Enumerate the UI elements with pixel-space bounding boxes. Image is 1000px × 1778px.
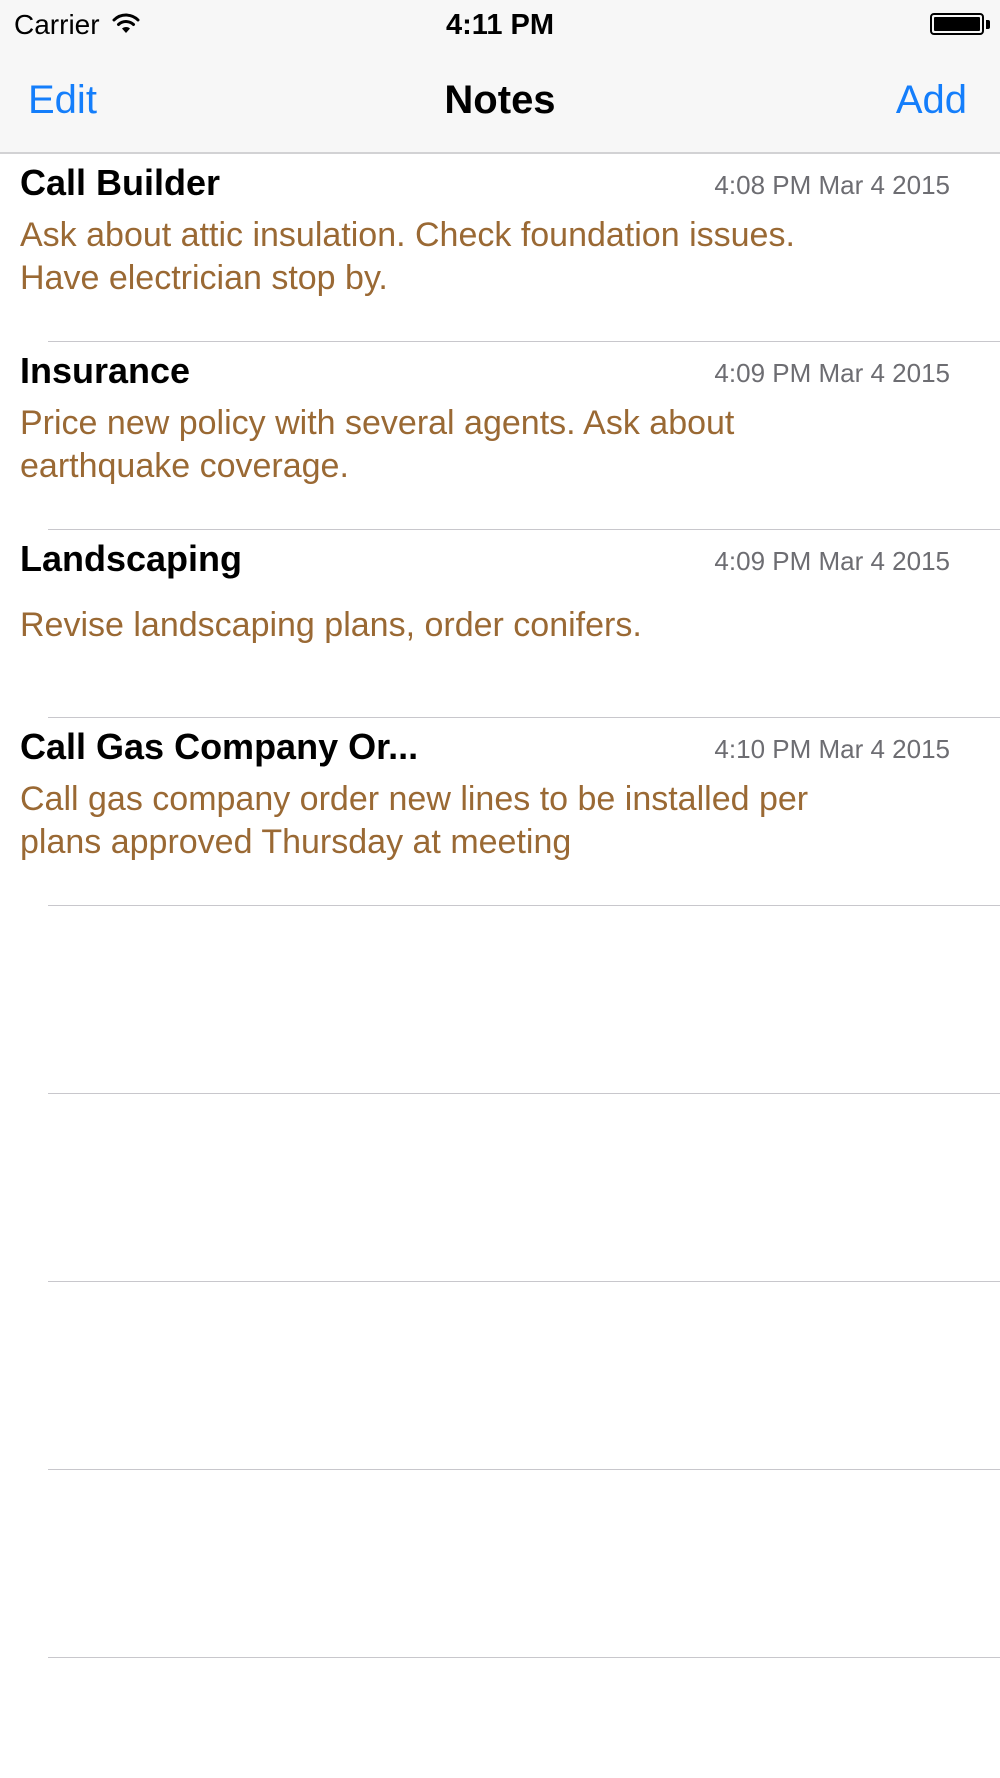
note-body-line: plans approved Thursday at meeting bbox=[20, 823, 572, 861]
note-body: Call gas company order new lines to be i… bbox=[20, 778, 920, 864]
empty-row bbox=[0, 1094, 1000, 1282]
note-title: Insurance bbox=[20, 350, 191, 391]
battery-icon bbox=[930, 13, 990, 37]
notes-list: Call Builder 4:08 PM Mar 4 2015 Ask abou… bbox=[0, 154, 1000, 1658]
navigation-bar: Edit Notes Add bbox=[0, 50, 1000, 152]
empty-row bbox=[0, 1470, 1000, 1658]
note-row[interactable]: Insurance 4:09 PM Mar 4 2015 Price new p… bbox=[0, 342, 1000, 530]
note-body-line: Have electrician stop by. bbox=[20, 259, 388, 297]
status-bar: Carrier 4:11 PM bbox=[0, 0, 1000, 50]
note-title: Call Gas Company Or... bbox=[20, 726, 419, 767]
note-body: Revise landscaping plans, order conifers… bbox=[20, 604, 920, 647]
top-bars: Carrier 4:11 PM Edit Notes Add bbox=[0, 0, 1000, 154]
note-body-line: Ask about attic insulation. Check founda… bbox=[20, 216, 795, 254]
empty-row bbox=[0, 1282, 1000, 1470]
note-row[interactable]: Landscaping 4:09 PM Mar 4 2015 Revise la… bbox=[0, 530, 1000, 718]
empty-row bbox=[0, 906, 1000, 1094]
note-title: Landscaping bbox=[20, 538, 243, 579]
page-title: Notes bbox=[444, 78, 556, 122]
note-body-line: earthquake coverage. bbox=[20, 447, 349, 485]
note-body-line: Revise landscaping plans, order conifers… bbox=[20, 606, 642, 644]
note-date: 4:08 PM Mar 4 2015 bbox=[714, 170, 950, 200]
note-body: Ask about attic insulation. Check founda… bbox=[20, 214, 920, 300]
note-body-line: Call gas company order new lines to be i… bbox=[20, 780, 809, 818]
note-body: Price new policy with several agents. As… bbox=[20, 402, 920, 488]
row-separator bbox=[48, 1657, 1000, 1658]
note-body-line: Price new policy with several agents. As… bbox=[20, 404, 735, 442]
note-date: 4:09 PM Mar 4 2015 bbox=[714, 358, 950, 388]
add-button[interactable]: Add bbox=[896, 78, 967, 123]
note-date: 4:09 PM Mar 4 2015 bbox=[714, 546, 950, 576]
note-title: Call Builder bbox=[20, 162, 221, 203]
note-row[interactable]: Call Gas Company Or... 4:10 PM Mar 4 201… bbox=[0, 718, 1000, 906]
status-time: 4:11 PM bbox=[446, 9, 554, 41]
note-row[interactable]: Call Builder 4:08 PM Mar 4 2015 Ask abou… bbox=[0, 154, 1000, 342]
note-date: 4:10 PM Mar 4 2015 bbox=[714, 734, 950, 764]
